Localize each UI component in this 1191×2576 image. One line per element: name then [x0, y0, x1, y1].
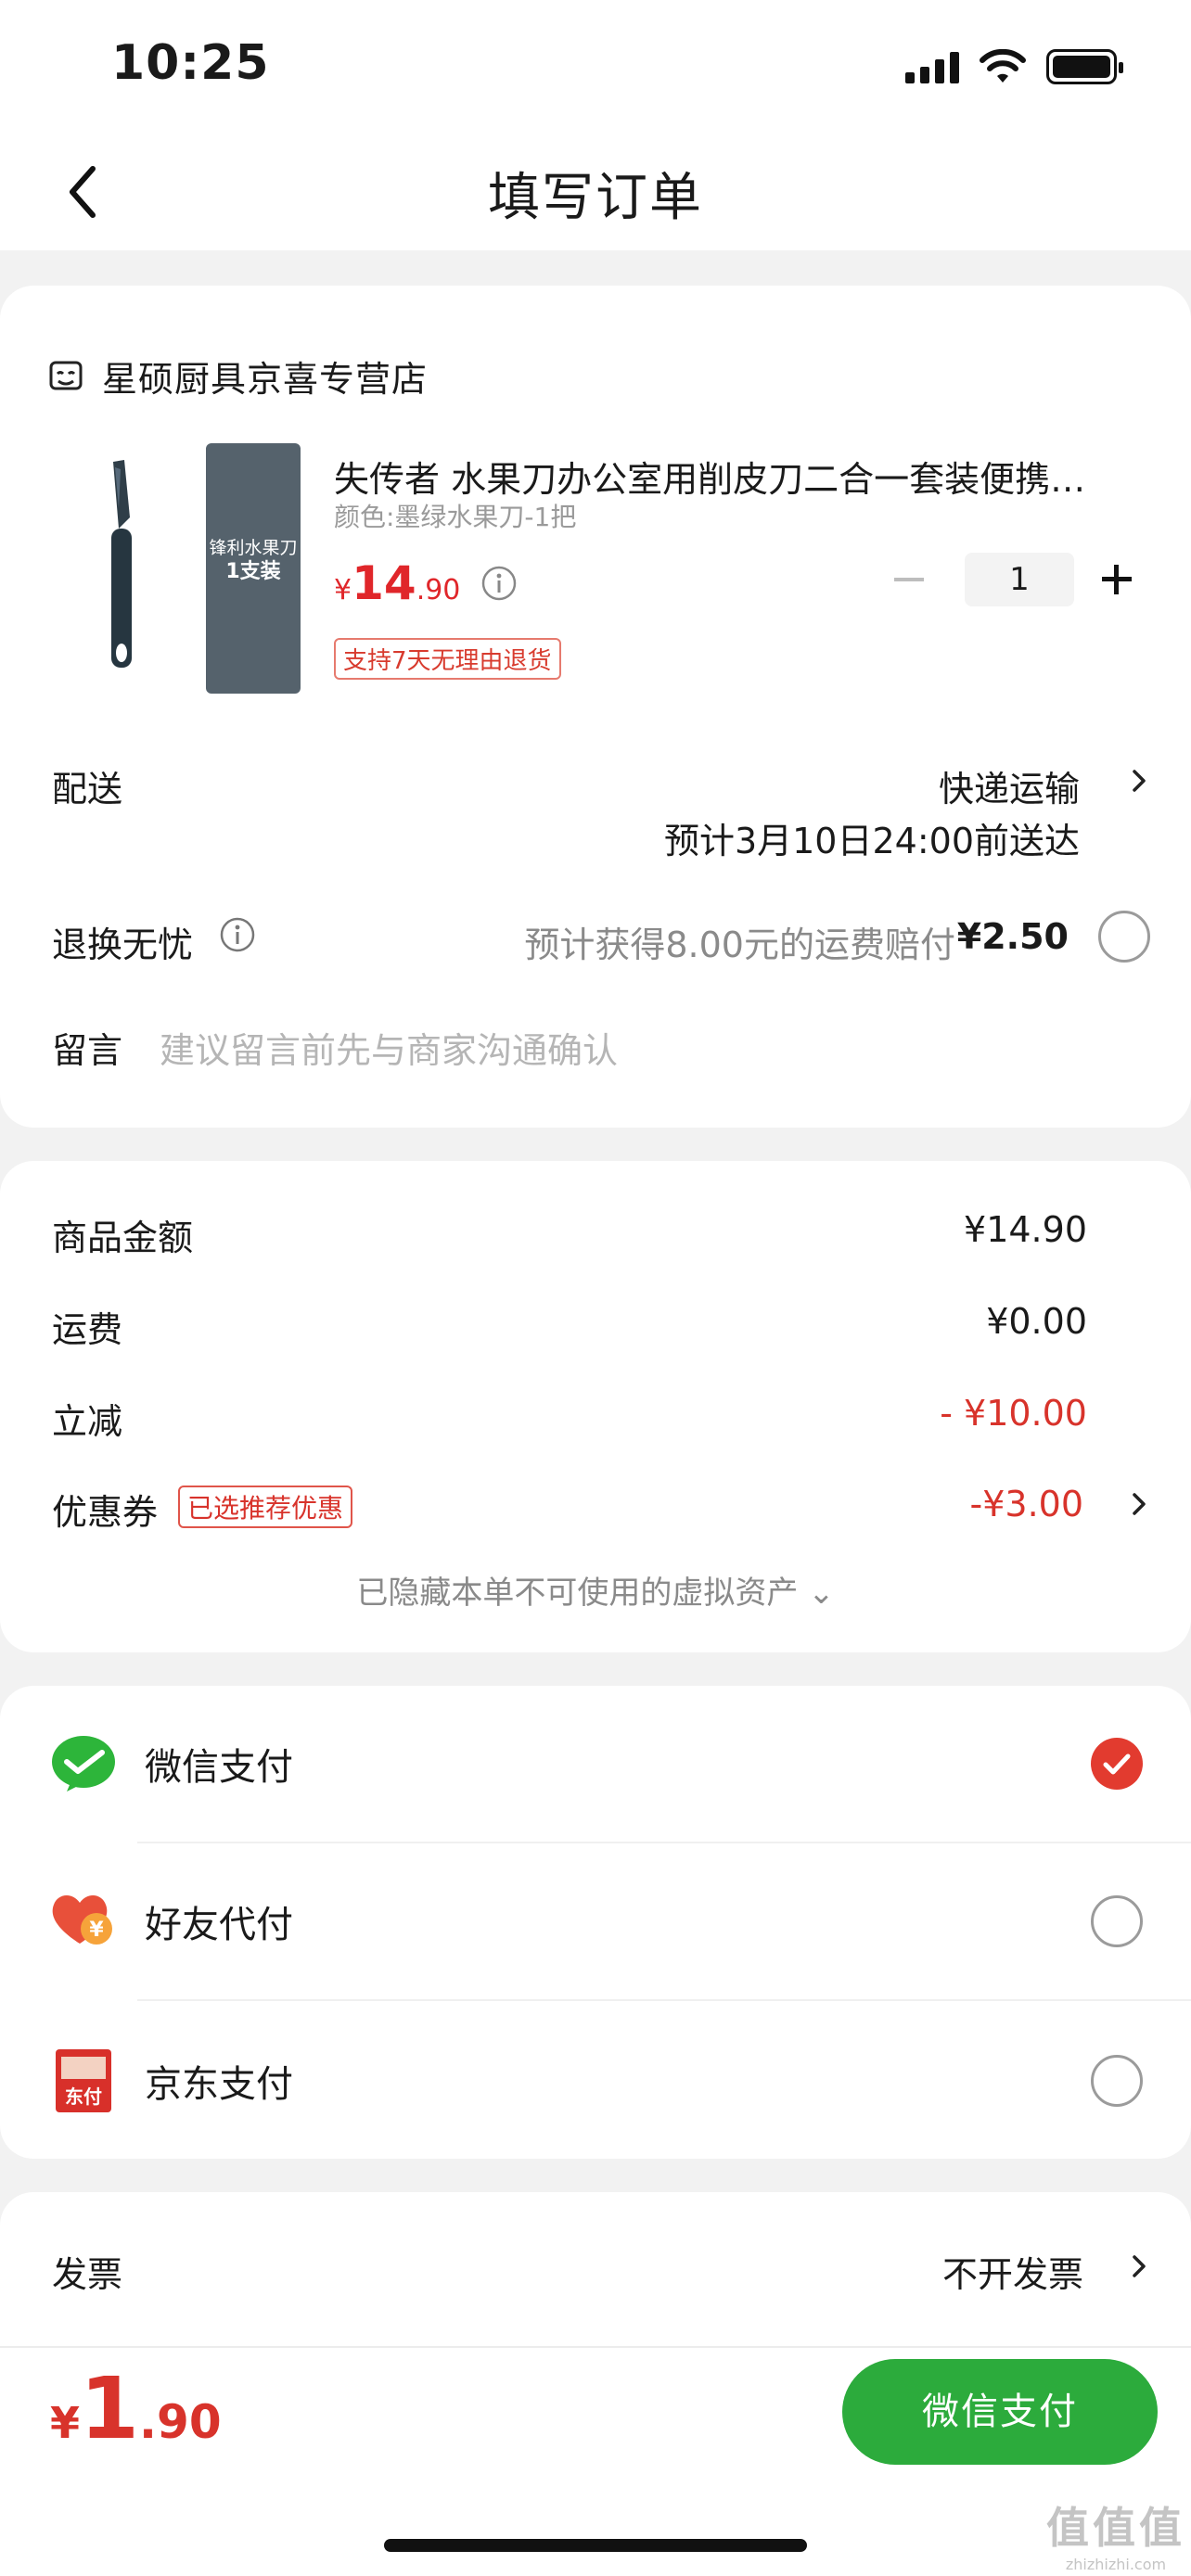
total-decimal: .90: [139, 2395, 222, 2449]
chevron-right-icon[interactable]: [1128, 1489, 1150, 1519]
payment-option-wechat[interactable]: 微信支付: [48, 1728, 293, 1799]
coupon-tag: 已选推荐优惠: [178, 1486, 353, 1528]
battery-icon: [1046, 49, 1123, 84]
goods-amount-value: ¥14.90: [964, 1209, 1087, 1250]
status-icons: [905, 46, 1123, 87]
info-icon[interactable]: [219, 916, 256, 953]
total-integer: 1: [80, 2359, 140, 2458]
chevron-right-icon[interactable]: [1128, 766, 1150, 796]
product-title[interactable]: 失传者 水果刀办公室用削皮刀二合一套装便携…: [334, 451, 1132, 502]
message-input[interactable]: 建议留言前先与商家沟通确认: [160, 1022, 618, 1073]
info-icon[interactable]: [480, 565, 518, 602]
increase-button[interactable]: [1098, 561, 1135, 598]
invoice-label: 发票: [52, 2254, 123, 2295]
friend-pay-radio[interactable]: [1091, 1895, 1143, 1947]
pay-button[interactable]: 微信支付: [842, 2359, 1158, 2465]
return-policy-badge: 支持7天无理由退货: [334, 638, 561, 680]
chevron-right-icon[interactable]: [1128, 2251, 1150, 2281]
hassle-free-description: 预计获得8.00元的运费赔付: [524, 925, 955, 965]
message-label: 留言: [52, 1030, 123, 1071]
home-indicator[interactable]: [384, 2539, 807, 2552]
check-icon: [1103, 1753, 1131, 1775]
product-image-caption: 锋利水果刀: [209, 538, 298, 558]
divider: [137, 1999, 1191, 2001]
payment-option-friend[interactable]: ¥ 好友代付: [48, 1886, 293, 1957]
quantity-stepper: 1: [890, 553, 1135, 606]
signal-icon: [905, 50, 959, 83]
page-title: 填写订单: [488, 168, 703, 228]
coupon-label: 优惠券: [52, 1492, 159, 1533]
status-time: 10:25: [111, 35, 270, 91]
hassle-free-radio[interactable]: [1098, 911, 1150, 963]
wifi-icon: [980, 49, 1026, 83]
discount-value: - ¥10.00: [940, 1393, 1087, 1434]
jd-pay-radio[interactable]: [1091, 2055, 1143, 2107]
delivery-eta: 预计3月10日24:00前送达: [663, 821, 1080, 861]
order-total: ¥ 1 .90: [50, 2366, 222, 2452]
divider: [137, 1842, 1191, 1843]
price-decimal: .90: [416, 574, 461, 606]
wechat-pay-icon: [52, 1736, 115, 1792]
delivery-method[interactable]: 快递运输: [939, 760, 1080, 811]
friend-pay-icon-text: ¥: [89, 1919, 104, 1942]
payment-option-label: 京东支付: [145, 2063, 293, 2106]
product-spec[interactable]: 颜色:墨绿水果刀-1把: [334, 497, 576, 534]
hidden-assets-toggle[interactable]: 已隐藏本单不可使用的虚拟资产 ⌄: [0, 1567, 1191, 1613]
discount-label: 立减: [52, 1401, 123, 1442]
coupon-value[interactable]: -¥3.00: [970, 1484, 1084, 1524]
product-price: ¥ 14 .90: [334, 556, 518, 610]
price-symbol: ¥: [334, 574, 352, 606]
decrease-button[interactable]: [890, 561, 928, 598]
jd-pay-icon: 东付: [56, 2049, 111, 2112]
payment-option-label: 好友代付: [145, 1904, 293, 1946]
friend-pay-icon: ¥: [52, 1894, 112, 1945]
quantity-field[interactable]: 1: [965, 553, 1074, 606]
hassle-free-price: ¥2.50: [956, 916, 1069, 957]
payment-option-label: 微信支付: [145, 1746, 293, 1789]
status-bar: 10:25: [0, 0, 1191, 130]
hassle-free-label: 退换无忧: [52, 925, 194, 965]
jd-pay-icon-text: 东付: [65, 2085, 102, 2108]
product-image[interactable]: 锋利水果刀 1支装: [48, 443, 301, 708]
watermark-text: 值值值: [1046, 2503, 1185, 2553]
wechat-pay-radio-selected[interactable]: [1091, 1738, 1143, 1790]
invoice-value[interactable]: 不开发票: [942, 2246, 1083, 2297]
nav-bar: 填写订单: [0, 130, 1191, 250]
shipping-label: 运费: [52, 1309, 123, 1350]
product-image-caption-2: 1支装: [225, 560, 281, 583]
store-icon: [49, 361, 83, 389]
payment-option-jd[interactable]: 东付 京东支付: [48, 2046, 293, 2116]
watermark-subtext: zhizhizhi.com: [1065, 2556, 1167, 2573]
delivery-label: 配送: [52, 769, 123, 810]
shipping-value: ¥0.00: [986, 1301, 1087, 1342]
total-symbol: ¥: [50, 2398, 81, 2448]
watermark: 值值值 zhizhizhi.com: [1046, 2494, 1185, 2573]
order-item-card: 星硕厨具京喜专营店 锋利水果刀 1支装 失传者 水果刀办公室用削皮刀二合一套装便…: [0, 286, 1191, 1128]
store-name: 星硕厨具京喜专营店: [102, 359, 429, 400]
goods-amount-label: 商品金额: [52, 1218, 194, 1258]
store-header[interactable]: 星硕厨具京喜专营店: [48, 351, 428, 402]
price-integer: 14: [352, 556, 416, 610]
